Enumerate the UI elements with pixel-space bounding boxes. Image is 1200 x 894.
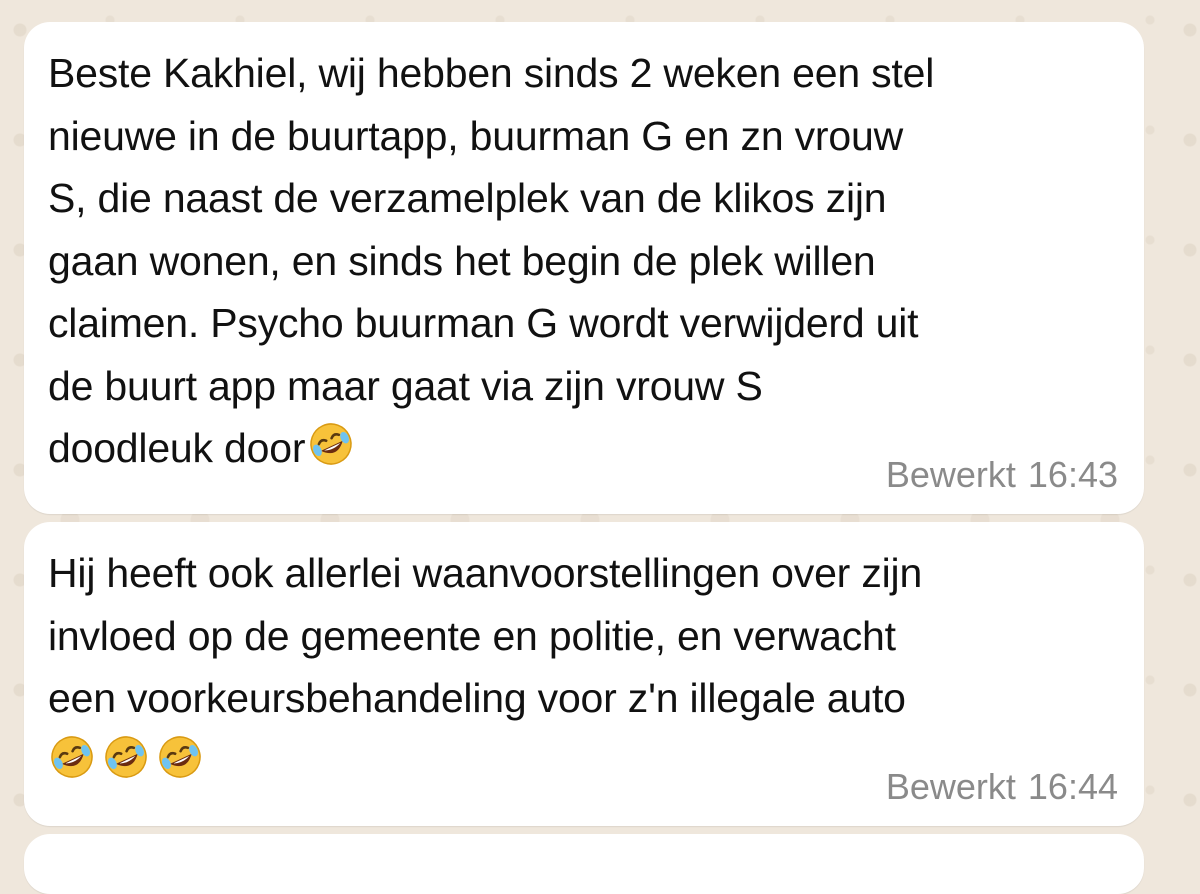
message-line: S, die naast de verzamelplek van de klik… — [48, 175, 887, 221]
rofl-emoji-icon — [102, 733, 150, 781]
message-bubble-partial[interactable] — [24, 834, 1144, 894]
message-meta: Bewerkt 16:44 — [886, 766, 1118, 808]
rofl-emoji-icon — [307, 420, 355, 468]
rofl-emoji-icon — [156, 733, 204, 781]
message-line-text: doodleuk door — [48, 425, 306, 471]
message-time: 16:43 — [1027, 454, 1118, 495]
message-line: Beste Kakhiel, wij hebben sinds 2 weken … — [48, 50, 935, 96]
message-bubble[interactable]: Hij heeft ook allerlei waanvoorstellinge… — [24, 522, 1144, 826]
message-line: nieuwe in de buurtapp, buurman G en zn v… — [48, 112, 904, 159]
message-line: invloed op de gemeente en politie, en ve… — [48, 612, 896, 659]
rofl-emoji-icon — [48, 733, 96, 781]
message-text: Beste Kakhiel, wij hebben sinds 2 weken … — [48, 42, 1128, 480]
message-bubble[interactable]: Beste Kakhiel, wij hebben sinds 2 weken … — [24, 22, 1144, 514]
chat-view: Beste Kakhiel, wij hebben sinds 2 weken … — [0, 0, 1200, 894]
message-line: claimen. Psycho buurman G wordt verwijde… — [48, 300, 919, 346]
message-time: 16:44 — [1027, 766, 1118, 807]
message-line: Hij heeft ook allerlei waanvoorstellinge… — [48, 550, 923, 596]
message-meta: Bewerkt 16:43 — [886, 454, 1118, 496]
edited-label: Bewerkt — [885, 454, 1016, 495]
message-line: gaan wonen, en sinds het begin de plek w… — [48, 237, 876, 284]
message-line: een voorkeursbehandeling voor z'n illega… — [48, 675, 906, 721]
message-line: de buurt app maar gaat via zijn vrouw S — [48, 362, 763, 409]
message-text: Hij heeft ook allerlei waanvoorstellinge… — [48, 542, 1128, 792]
edited-label: Bewerkt — [885, 766, 1016, 807]
